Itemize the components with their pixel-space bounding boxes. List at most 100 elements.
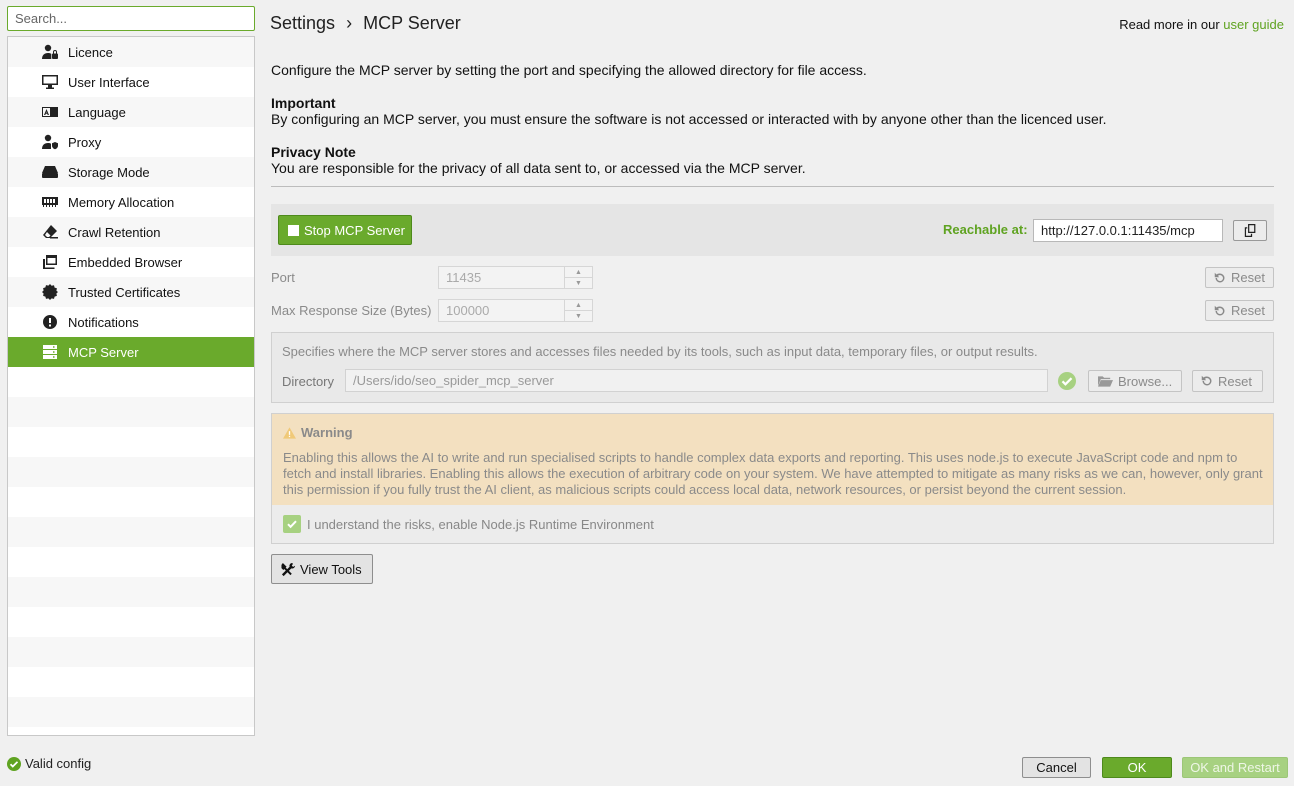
memory-icon: [41, 194, 59, 210]
sidebar-item-storage-mode[interactable]: Storage Mode: [8, 157, 254, 187]
sidebar-item-trusted-certificates[interactable]: Trusted Certificates: [8, 277, 254, 307]
empty-row: [8, 637, 254, 667]
empty-row: [8, 547, 254, 577]
view-tools-button[interactable]: View Tools: [271, 554, 373, 584]
empty-row: [8, 607, 254, 637]
reachable-url-field[interactable]: [1033, 219, 1223, 242]
port-value: 11435: [446, 270, 482, 285]
spinner-up-icon[interactable]: ▲: [565, 267, 592, 278]
reachable-label: Reachable at:: [943, 222, 1028, 237]
stop-button-label: Stop MCP Server: [304, 222, 405, 238]
language-icon: [41, 104, 59, 120]
sidebar-item-label: User Interface: [68, 74, 150, 90]
ok-button[interactable]: OK: [1102, 757, 1172, 778]
read-more: Read more in our user guide: [1119, 17, 1284, 32]
port-spinner[interactable]: 11435 ▲ ▼: [438, 266, 593, 289]
empty-row: [8, 667, 254, 697]
directory-label: Directory: [282, 374, 335, 389]
server-icon: [41, 344, 59, 360]
monitor-icon: [41, 74, 59, 90]
directory-field[interactable]: /Users/ido/seo_spider_mcp_server: [345, 369, 1048, 392]
check-circle-icon: [1058, 372, 1076, 390]
sidebar-item-label: Language: [68, 104, 126, 120]
sidebar-item-language[interactable]: Language: [8, 97, 254, 127]
directory-reset-button[interactable]: Reset: [1192, 370, 1263, 392]
certificate-icon: [41, 284, 59, 300]
sidebar-item-label: Proxy: [68, 134, 102, 150]
spinner-down-icon[interactable]: ▼: [565, 311, 592, 321]
page-title: Settings › MCP Server: [270, 13, 461, 34]
important-text: By configuring an MCP server, you must e…: [271, 111, 1107, 127]
spinner-arrows: ▲ ▼: [564, 300, 592, 321]
checkbox-label: I understand the risks, enable Node.js R…: [307, 516, 654, 532]
sidebar-item-label: Licence: [68, 44, 113, 60]
max-response-label: Max Response Size (Bytes): [271, 303, 432, 318]
warning-panel: Warning Enabling this allows the AI to w…: [271, 413, 1274, 544]
sidebar-item-user-interface[interactable]: User Interface: [8, 67, 254, 97]
folder-open-icon: [1098, 376, 1113, 387]
sidebar-item-label: Trusted Certificates: [68, 284, 181, 300]
undo-icon: [1201, 375, 1212, 386]
directory-panel: Specifies where the MCP server stores an…: [271, 332, 1274, 403]
exclamation-circle-icon: [41, 314, 59, 330]
max-response-spinner[interactable]: 100000 ▲ ▼: [438, 299, 593, 322]
cancel-button[interactable]: Cancel: [1022, 757, 1091, 778]
read-more-text: Read more in our: [1119, 17, 1220, 32]
important-section: Important By configuring an MCP server, …: [271, 95, 1107, 127]
sidebar-item-mcp-server[interactable]: MCP Server: [8, 337, 254, 367]
sidebar-item-memory-allocation[interactable]: Memory Allocation: [8, 187, 254, 217]
reset-label: Reset: [1231, 270, 1265, 285]
directory-value: /Users/ido/seo_spider_mcp_server: [353, 373, 554, 388]
privacy-section: Privacy Note You are responsible for the…: [271, 144, 806, 176]
ok-and-restart-button[interactable]: OK and Restart: [1182, 757, 1288, 778]
node-runtime-checkbox[interactable]: I understand the risks, enable Node.js R…: [283, 515, 654, 533]
max-response-value: 100000: [446, 303, 490, 318]
undo-icon: [1214, 272, 1225, 282]
warning-text: Enabling this allows the AI to write and…: [283, 450, 1263, 497]
sidebar-item-crawl-retention[interactable]: Crawl Retention: [8, 217, 254, 247]
important-title: Important: [271, 95, 336, 111]
warning-triangle-icon: [283, 426, 296, 439]
check-icon: [287, 520, 297, 529]
checkbox-checked[interactable]: [283, 515, 301, 533]
mcp-description: Configure the MCP server by setting the …: [271, 62, 867, 78]
empty-row: [8, 697, 254, 727]
directory-description: Specifies where the MCP server stores an…: [282, 344, 1038, 359]
browser-windows-icon: [41, 254, 59, 270]
copy-url-button[interactable]: [1233, 220, 1267, 241]
tools-icon: [281, 562, 296, 576]
user-lock-icon: [41, 44, 59, 60]
empty-row: [8, 427, 254, 457]
settings-sidebar: Licence User Interface Language Proxy St…: [7, 36, 255, 736]
port-label: Port: [271, 270, 295, 285]
user-guide-link[interactable]: user guide: [1223, 17, 1284, 32]
spinner-up-icon[interactable]: ▲: [565, 300, 592, 311]
sidebar-item-label: Storage Mode: [68, 164, 150, 180]
sidebar-item-embedded-browser[interactable]: Embedded Browser: [8, 247, 254, 277]
empty-row: [8, 487, 254, 517]
privacy-title: Privacy Note: [271, 144, 356, 160]
spinner-down-icon[interactable]: ▼: [565, 278, 592, 288]
empty-row: [8, 577, 254, 607]
spinner-arrows: ▲ ▼: [564, 267, 592, 288]
sidebar-item-label: Notifications: [68, 314, 139, 330]
valid-config-status: Valid config: [7, 756, 91, 771]
sidebar-item-notifications[interactable]: Notifications: [8, 307, 254, 337]
breadcrumb-settings: Settings: [270, 13, 336, 33]
max-response-reset-button[interactable]: Reset: [1205, 300, 1274, 321]
browse-button[interactable]: Browse...: [1088, 370, 1182, 392]
sidebar-item-label: Crawl Retention: [68, 224, 161, 240]
sidebar-item-proxy[interactable]: Proxy: [8, 127, 254, 157]
privacy-text: You are responsible for the privacy of a…: [271, 160, 806, 176]
browse-label: Browse...: [1118, 373, 1173, 389]
stop-mcp-server-button[interactable]: Stop MCP Server: [278, 215, 412, 245]
eraser-icon: [41, 224, 59, 240]
user-shield-icon: [41, 134, 59, 150]
empty-row: [8, 517, 254, 547]
search-input[interactable]: [7, 6, 255, 31]
port-reset-button[interactable]: Reset: [1205, 267, 1274, 288]
reset-label: Reset: [1231, 303, 1265, 318]
sidebar-item-label: Memory Allocation: [68, 194, 175, 210]
valid-config-label: Valid config: [25, 756, 92, 771]
sidebar-item-licence[interactable]: Licence: [8, 37, 254, 67]
